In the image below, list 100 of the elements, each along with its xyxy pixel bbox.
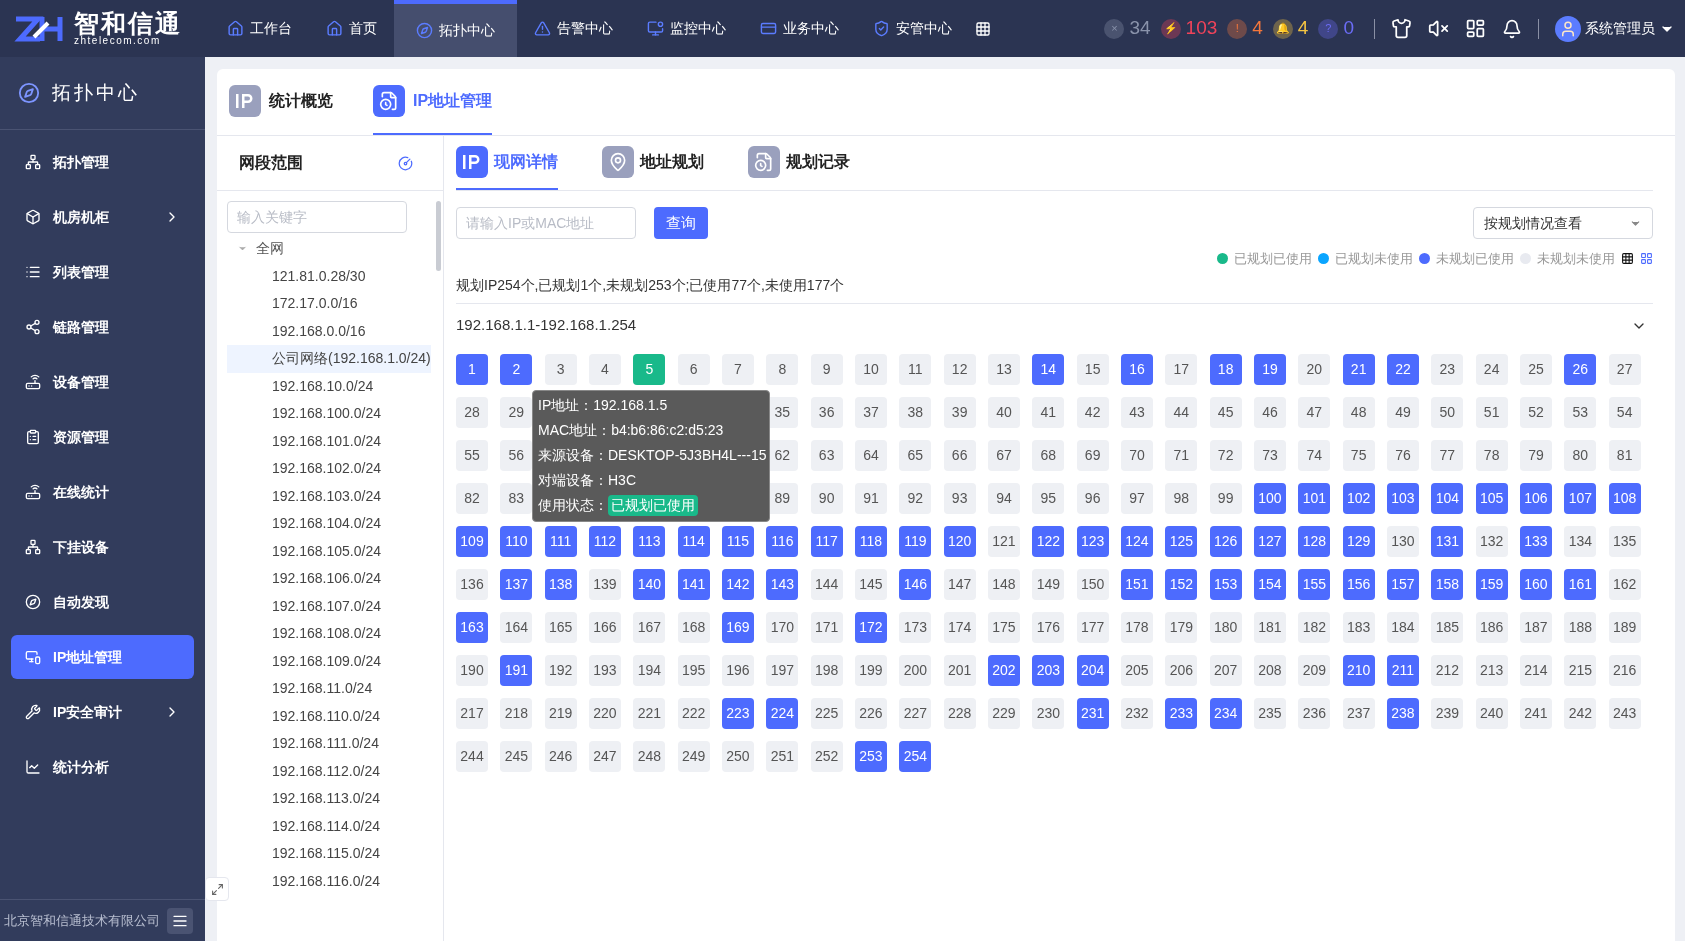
ip-cell[interactable]: 7 bbox=[722, 353, 754, 385]
tree-item[interactable]: 公司网络(192.168.1.0/24) bbox=[227, 345, 431, 373]
ip-cell[interactable]: 172 bbox=[855, 611, 887, 643]
ip-cell[interactable]: 227 bbox=[899, 697, 932, 729]
ip-cell[interactable]: 175 bbox=[988, 611, 1020, 643]
ip-cell[interactable]: 249 bbox=[677, 740, 710, 772]
ip-cell[interactable]: 25 bbox=[1520, 353, 1552, 385]
ip-cell[interactable]: 41 bbox=[1032, 396, 1065, 428]
ip-cell[interactable]: 139 bbox=[589, 568, 621, 600]
page-tab[interactable]: 统计概览 bbox=[229, 69, 333, 135]
ip-cell[interactable]: 97 bbox=[1121, 482, 1153, 514]
ip-cell[interactable]: 10 bbox=[855, 353, 887, 385]
query-button[interactable]: 查询 bbox=[654, 207, 708, 239]
ip-cell[interactable]: 110 bbox=[500, 525, 533, 557]
ip-cell[interactable]: 138 bbox=[544, 568, 577, 600]
ip-cell[interactable]: 150 bbox=[1076, 568, 1109, 600]
ip-cell[interactable]: 154 bbox=[1254, 568, 1286, 600]
sidebar-item[interactable]: 拓扑管理 bbox=[11, 140, 194, 184]
ip-cell[interactable]: 118 bbox=[855, 525, 887, 557]
sidebar-item[interactable]: 设备管理 bbox=[11, 360, 194, 404]
ip-cell[interactable]: 183 bbox=[1342, 611, 1375, 643]
ip-cell[interactable]: 174 bbox=[943, 611, 976, 643]
ip-cell[interactable]: 16 bbox=[1121, 353, 1153, 385]
ip-cell[interactable]: 194 bbox=[633, 654, 666, 686]
ip-cell[interactable]: 40 bbox=[988, 396, 1020, 428]
ip-cell[interactable]: 156 bbox=[1342, 568, 1375, 600]
ip-cell[interactable]: 151 bbox=[1121, 568, 1153, 600]
ip-cell[interactable]: 24 bbox=[1475, 353, 1508, 385]
ip-cell[interactable]: 179 bbox=[1165, 611, 1198, 643]
tree-item[interactable]: 192.168.107.0/24 bbox=[227, 592, 431, 620]
tree-item[interactable]: 121.81.0.28/30 bbox=[227, 262, 431, 290]
ip-cell[interactable]: 251 bbox=[766, 740, 799, 772]
ip-cell[interactable]: 70 bbox=[1121, 439, 1153, 471]
ip-cell[interactable]: 46 bbox=[1254, 396, 1286, 428]
ip-cell[interactable]: 23 bbox=[1431, 353, 1464, 385]
layout-icon[interactable] bbox=[1465, 18, 1486, 39]
ip-cell[interactable]: 239 bbox=[1431, 697, 1464, 729]
ip-cell[interactable]: 51 bbox=[1475, 396, 1508, 428]
ip-cell[interactable]: 13 bbox=[988, 353, 1020, 385]
tree-item[interactable]: 192.168.114.0/24 bbox=[227, 812, 431, 840]
ip-cell[interactable]: 120 bbox=[943, 525, 976, 557]
ip-cell[interactable]: 191 bbox=[500, 654, 533, 686]
ip-cell[interactable]: 128 bbox=[1298, 525, 1331, 557]
ip-cell[interactable]: 193 bbox=[589, 654, 621, 686]
ip-cell[interactable]: 238 bbox=[1387, 697, 1419, 729]
ip-cell[interactable]: 171 bbox=[810, 611, 843, 643]
ip-cell[interactable]: 149 bbox=[1032, 568, 1065, 600]
tree-item[interactable]: 192.168.11.0/24 bbox=[227, 675, 431, 703]
tree-item[interactable]: 192.168.104.0/24 bbox=[227, 510, 431, 538]
ip-cell[interactable]: 160 bbox=[1520, 568, 1552, 600]
ip-cell[interactable]: 180 bbox=[1209, 611, 1242, 643]
ip-cell[interactable]: 127 bbox=[1254, 525, 1286, 557]
ip-cell[interactable]: 247 bbox=[589, 740, 621, 772]
ip-cell[interactable]: 134 bbox=[1564, 525, 1597, 557]
nav-tab[interactable]: 拓扑中心 bbox=[394, 0, 517, 57]
ip-cell[interactable]: 1 bbox=[456, 353, 488, 385]
sub-tab[interactable]: 规划记录 bbox=[748, 136, 850, 190]
ip-cell[interactable]: 130 bbox=[1387, 525, 1419, 557]
ip-cell[interactable]: 125 bbox=[1165, 525, 1198, 557]
ip-cell[interactable]: 221 bbox=[633, 697, 666, 729]
ip-cell[interactable]: 6 bbox=[677, 353, 710, 385]
ip-cell[interactable]: 117 bbox=[810, 525, 843, 557]
sidebar-item[interactable]: 自动发现 bbox=[11, 580, 194, 624]
ip-cell[interactable]: 223 bbox=[722, 697, 754, 729]
ip-cell[interactable]: 161 bbox=[1564, 568, 1597, 600]
ip-cell[interactable]: 226 bbox=[855, 697, 887, 729]
tree-item[interactable]: 192.168.115.0/24 bbox=[227, 840, 431, 868]
ip-cell[interactable]: 49 bbox=[1387, 396, 1419, 428]
ip-cell[interactable]: 159 bbox=[1475, 568, 1508, 600]
ip-cell[interactable]: 126 bbox=[1209, 525, 1242, 557]
ip-cell[interactable]: 237 bbox=[1342, 697, 1375, 729]
ip-cell[interactable]: 47 bbox=[1298, 396, 1331, 428]
ip-cell[interactable]: 39 bbox=[943, 396, 976, 428]
ip-cell[interactable]: 122 bbox=[1032, 525, 1065, 557]
ip-cell[interactable]: 236 bbox=[1298, 697, 1331, 729]
ip-cell[interactable]: 68 bbox=[1032, 439, 1065, 471]
ip-cell[interactable]: 55 bbox=[456, 439, 488, 471]
ip-cell[interactable]: 108 bbox=[1608, 482, 1641, 514]
ip-cell[interactable]: 102 bbox=[1342, 482, 1375, 514]
ip-cell[interactable]: 182 bbox=[1298, 611, 1331, 643]
ip-cell[interactable]: 235 bbox=[1254, 697, 1286, 729]
ip-cell[interactable]: 244 bbox=[456, 740, 488, 772]
ip-cell[interactable]: 218 bbox=[500, 697, 533, 729]
ip-cell[interactable]: 195 bbox=[677, 654, 710, 686]
ip-cell[interactable]: 240 bbox=[1475, 697, 1508, 729]
grid-icon[interactable] bbox=[975, 20, 991, 37]
ip-cell[interactable]: 44 bbox=[1165, 396, 1198, 428]
nav-tab[interactable]: 安管中心 bbox=[856, 0, 969, 57]
ip-cell[interactable]: 192 bbox=[544, 654, 577, 686]
ip-cell[interactable]: 92 bbox=[899, 482, 932, 514]
ip-cell[interactable]: 153 bbox=[1209, 568, 1242, 600]
ip-cell[interactable]: 80 bbox=[1564, 439, 1597, 471]
ip-cell[interactable]: 17 bbox=[1165, 353, 1198, 385]
ip-cell[interactable]: 72 bbox=[1209, 439, 1242, 471]
sub-tab[interactable]: 地址规划 bbox=[602, 136, 704, 190]
ip-cell[interactable]: 219 bbox=[544, 697, 577, 729]
ip-cell[interactable]: 152 bbox=[1165, 568, 1198, 600]
page-tab[interactable]: IP地址管理 bbox=[373, 69, 493, 135]
ip-cell[interactable]: 140 bbox=[633, 568, 666, 600]
ip-cell[interactable]: 64 bbox=[855, 439, 887, 471]
